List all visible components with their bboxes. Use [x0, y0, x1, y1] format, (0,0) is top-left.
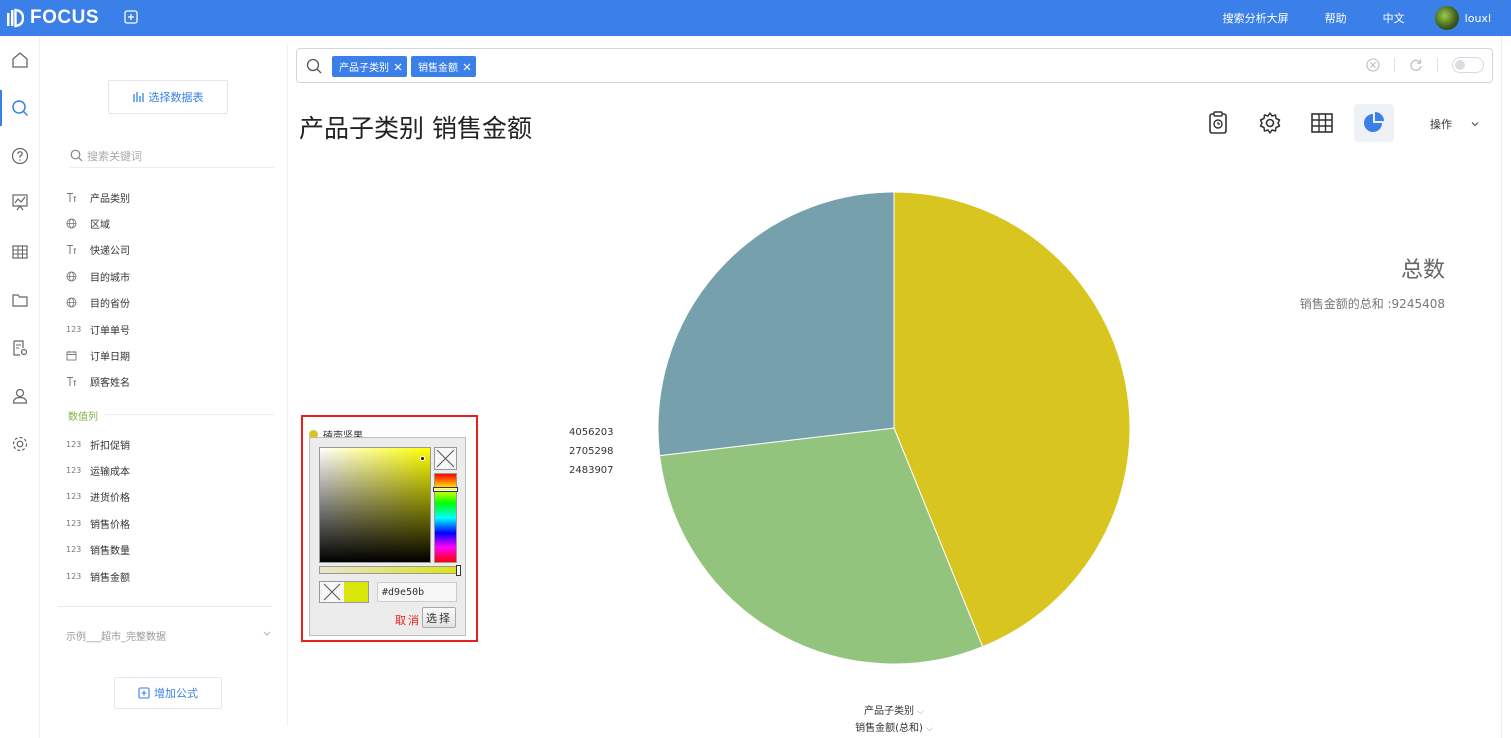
category-field-label: 产品子类别: [863, 706, 914, 717]
category-field-selector[interactable]: 产品子类别 ⌵: [800, 702, 988, 717]
no-color-icon: [436, 449, 455, 468]
no-color-icon: [323, 583, 341, 601]
total-title: 总数: [1400, 258, 1445, 283]
pie-slice-2[interactable]: [657, 191, 895, 457]
pie-value-label-2: 2483907: [569, 465, 614, 476]
color-preview: [319, 581, 369, 603]
total-sum-text: 销售金额的总和 :9245408: [1299, 297, 1445, 311]
color-picker: 取消 选择: [309, 437, 466, 636]
previous-color-swatch: [320, 582, 344, 602]
hue-slider-handle[interactable]: [433, 487, 458, 492]
pie-value-label-0: 4056203: [569, 427, 614, 438]
measure-field-selector[interactable]: 销售金额(总和) ⌵: [800, 719, 988, 734]
alpha-slider-handle[interactable]: [456, 565, 461, 576]
hue-slider[interactable]: [433, 473, 458, 563]
chart-area: 4056203 2705298 2483907 总数 销售金额的总和 :924540…: [0, 0, 1511, 738]
hex-color-input[interactable]: [377, 582, 457, 602]
color-picker-highlight: 磕壳坚果 取消 选择: [301, 415, 478, 642]
pie-chart: 4056203 2705298 2483907: [569, 191, 1131, 665]
saturation-value-area[interactable]: [319, 447, 431, 563]
color-cursor[interactable]: [420, 456, 425, 461]
chevron-down-icon: ⌵: [926, 724, 933, 734]
clear-color-button[interactable]: [434, 447, 457, 470]
alpha-slider[interactable]: [319, 565, 461, 576]
chevron-down-icon: ⌵: [917, 707, 924, 717]
cancel-button[interactable]: 取消: [395, 612, 421, 628]
page-scrollbar[interactable]: [1501, 36, 1511, 738]
measure-field-label: 销售金额(总和): [855, 723, 923, 734]
choose-color-button[interactable]: 选择: [422, 607, 456, 628]
pie-value-label-1: 2705298: [569, 446, 614, 457]
new-color-swatch: [344, 582, 368, 602]
